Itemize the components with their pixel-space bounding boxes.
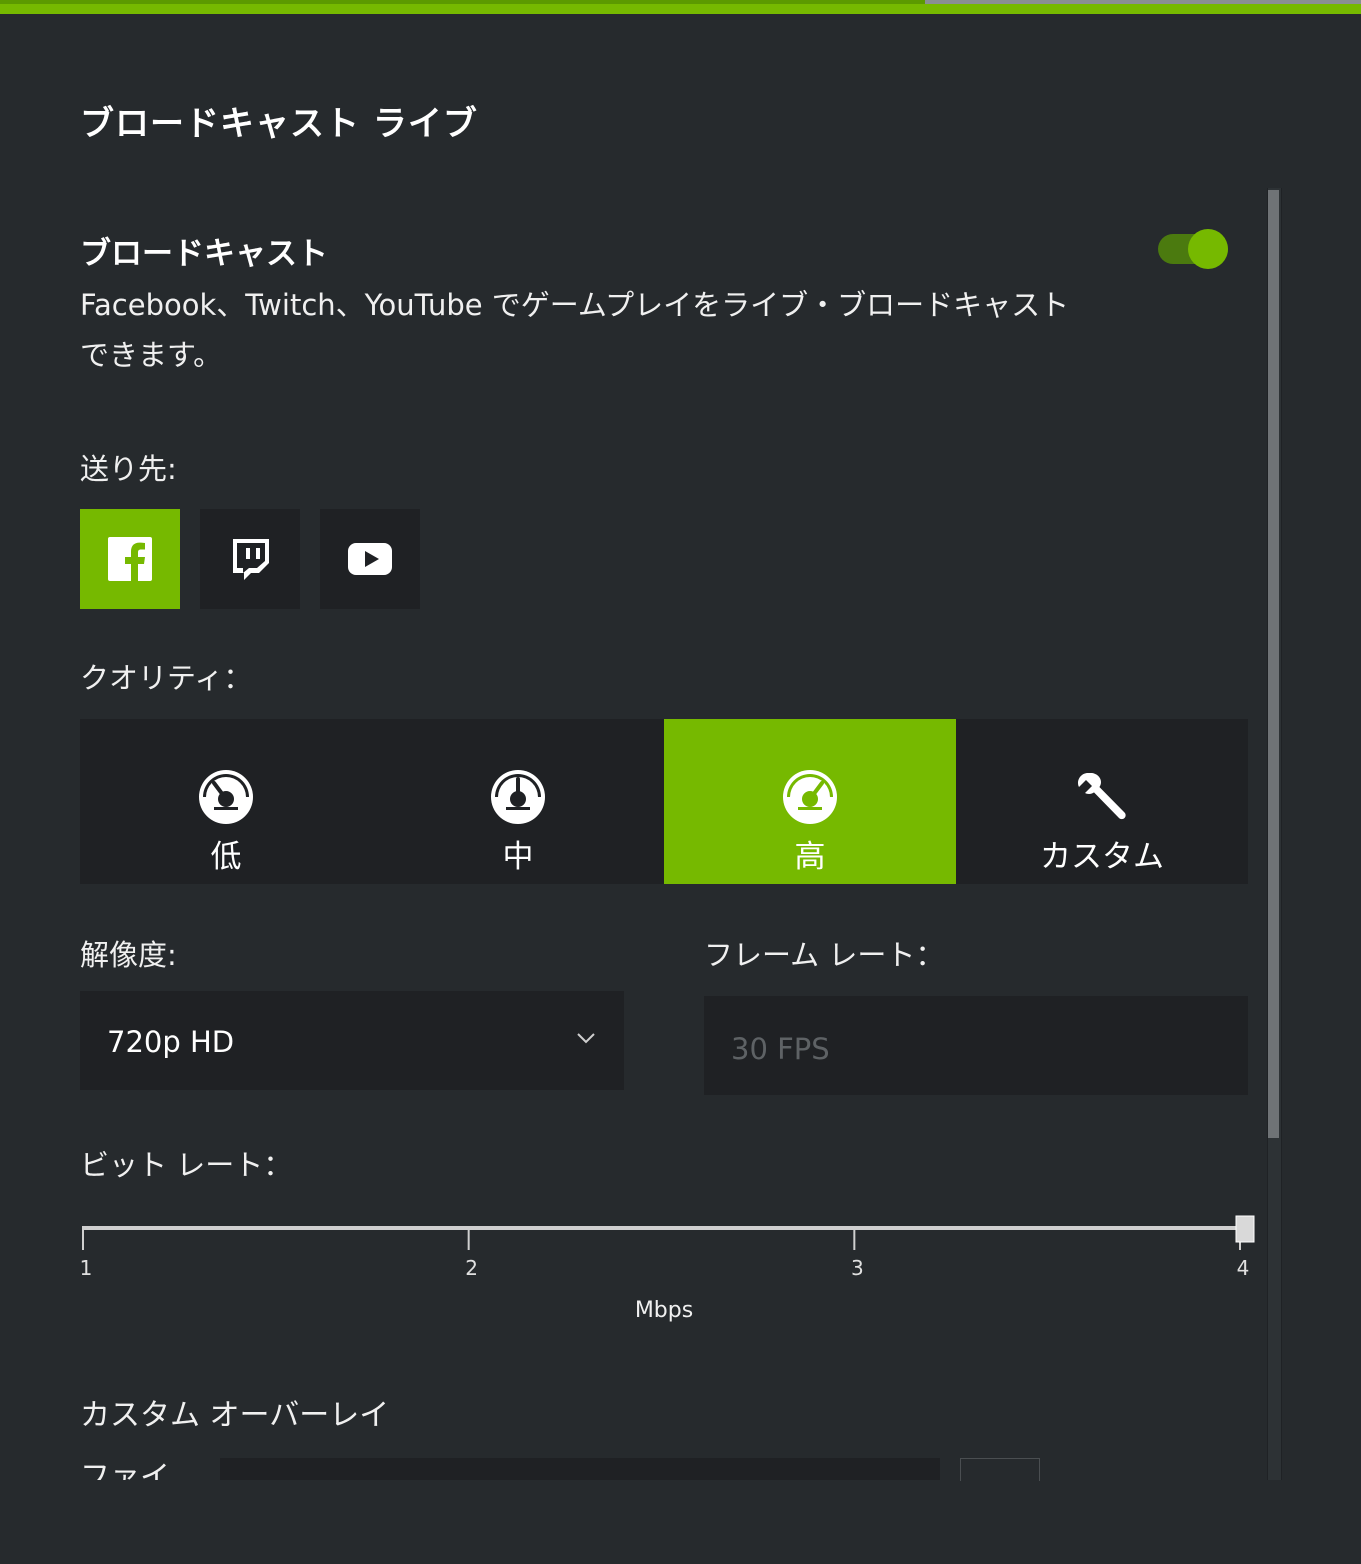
quality-high-button[interactable]: 高 bbox=[664, 719, 956, 884]
quality-custom-button[interactable]: カスタム bbox=[956, 719, 1248, 884]
broadcast-toggle[interactable] bbox=[1158, 229, 1228, 269]
resolution-dropdown[interactable]: 720p HD bbox=[80, 991, 624, 1090]
slider-tick-label-3: 3 bbox=[851, 1256, 864, 1280]
slider-tick-1 bbox=[82, 1230, 84, 1250]
broadcast-section-title: ブロードキャスト bbox=[80, 236, 328, 272]
wrench-icon bbox=[1078, 773, 1126, 820]
overlay-file-label: ファイ bbox=[80, 1460, 170, 1480]
broadcast-description: Facebook、Twitch、YouTube でゲームプレイをライブ・ブロード… bbox=[80, 288, 1070, 372]
destination-label: 送り先: bbox=[80, 452, 177, 486]
framerate-field: 30 FPS bbox=[704, 996, 1248, 1095]
slider-tick-label-2: 2 bbox=[465, 1256, 478, 1280]
overlay-file-input[interactable] bbox=[220, 1458, 940, 1480]
destination-facebook-button[interactable] bbox=[80, 509, 180, 609]
destination-youtube-button[interactable] bbox=[320, 509, 420, 609]
quality-high-label: 高 bbox=[794, 839, 826, 875]
bitrate-label: ビット レート： bbox=[80, 1148, 293, 1182]
facebook-icon bbox=[108, 537, 152, 581]
resolution-value: 720p HD bbox=[107, 1025, 235, 1059]
twitch-icon bbox=[233, 539, 269, 580]
custom-overlay-title: カスタム オーバーレイ bbox=[80, 1398, 390, 1433]
slider-tick-label-1: 1 bbox=[80, 1256, 93, 1280]
quality-medium-label: 中 bbox=[502, 839, 534, 875]
scrollbar-thumb[interactable] bbox=[1268, 190, 1279, 1138]
chevron-down-icon bbox=[577, 1033, 595, 1044]
overlay-browse-button[interactable] bbox=[960, 1458, 1040, 1481]
slider-thumb[interactable] bbox=[1235, 1215, 1255, 1243]
quality-medium-button[interactable]: 中 bbox=[372, 719, 664, 884]
slider-tick-2 bbox=[467, 1230, 470, 1250]
quality-selector: 低 中 高 カスタム bbox=[80, 719, 1248, 884]
gauge-medium-icon bbox=[491, 770, 545, 824]
gauge-high-icon bbox=[783, 770, 837, 824]
toggle-knob bbox=[1188, 229, 1228, 269]
window-strip bbox=[925, 0, 1361, 4]
slider-track bbox=[82, 1226, 1248, 1230]
slider-tick-3 bbox=[853, 1230, 856, 1250]
youtube-icon bbox=[348, 543, 392, 575]
gauge-low-icon bbox=[199, 770, 253, 824]
resolution-label: 解像度: bbox=[80, 938, 177, 972]
bitrate-slider[interactable]: 1 2 3 4 bbox=[70, 1205, 1260, 1290]
destination-twitch-button[interactable] bbox=[200, 509, 300, 609]
bitrate-unit: Mbps bbox=[634, 1298, 694, 1323]
quality-custom-label: カスタム bbox=[1040, 839, 1164, 875]
quality-label: クオリティ： bbox=[80, 661, 253, 695]
page-title: ブロードキャスト ライブ bbox=[80, 104, 478, 144]
framerate-value: 30 FPS bbox=[731, 1032, 830, 1066]
quality-low-button[interactable]: 低 bbox=[80, 719, 372, 884]
framerate-label: フレーム レート： bbox=[704, 938, 945, 972]
quality-low-label: 低 bbox=[210, 839, 242, 875]
slider-tick-label-4: 4 bbox=[1237, 1256, 1250, 1280]
